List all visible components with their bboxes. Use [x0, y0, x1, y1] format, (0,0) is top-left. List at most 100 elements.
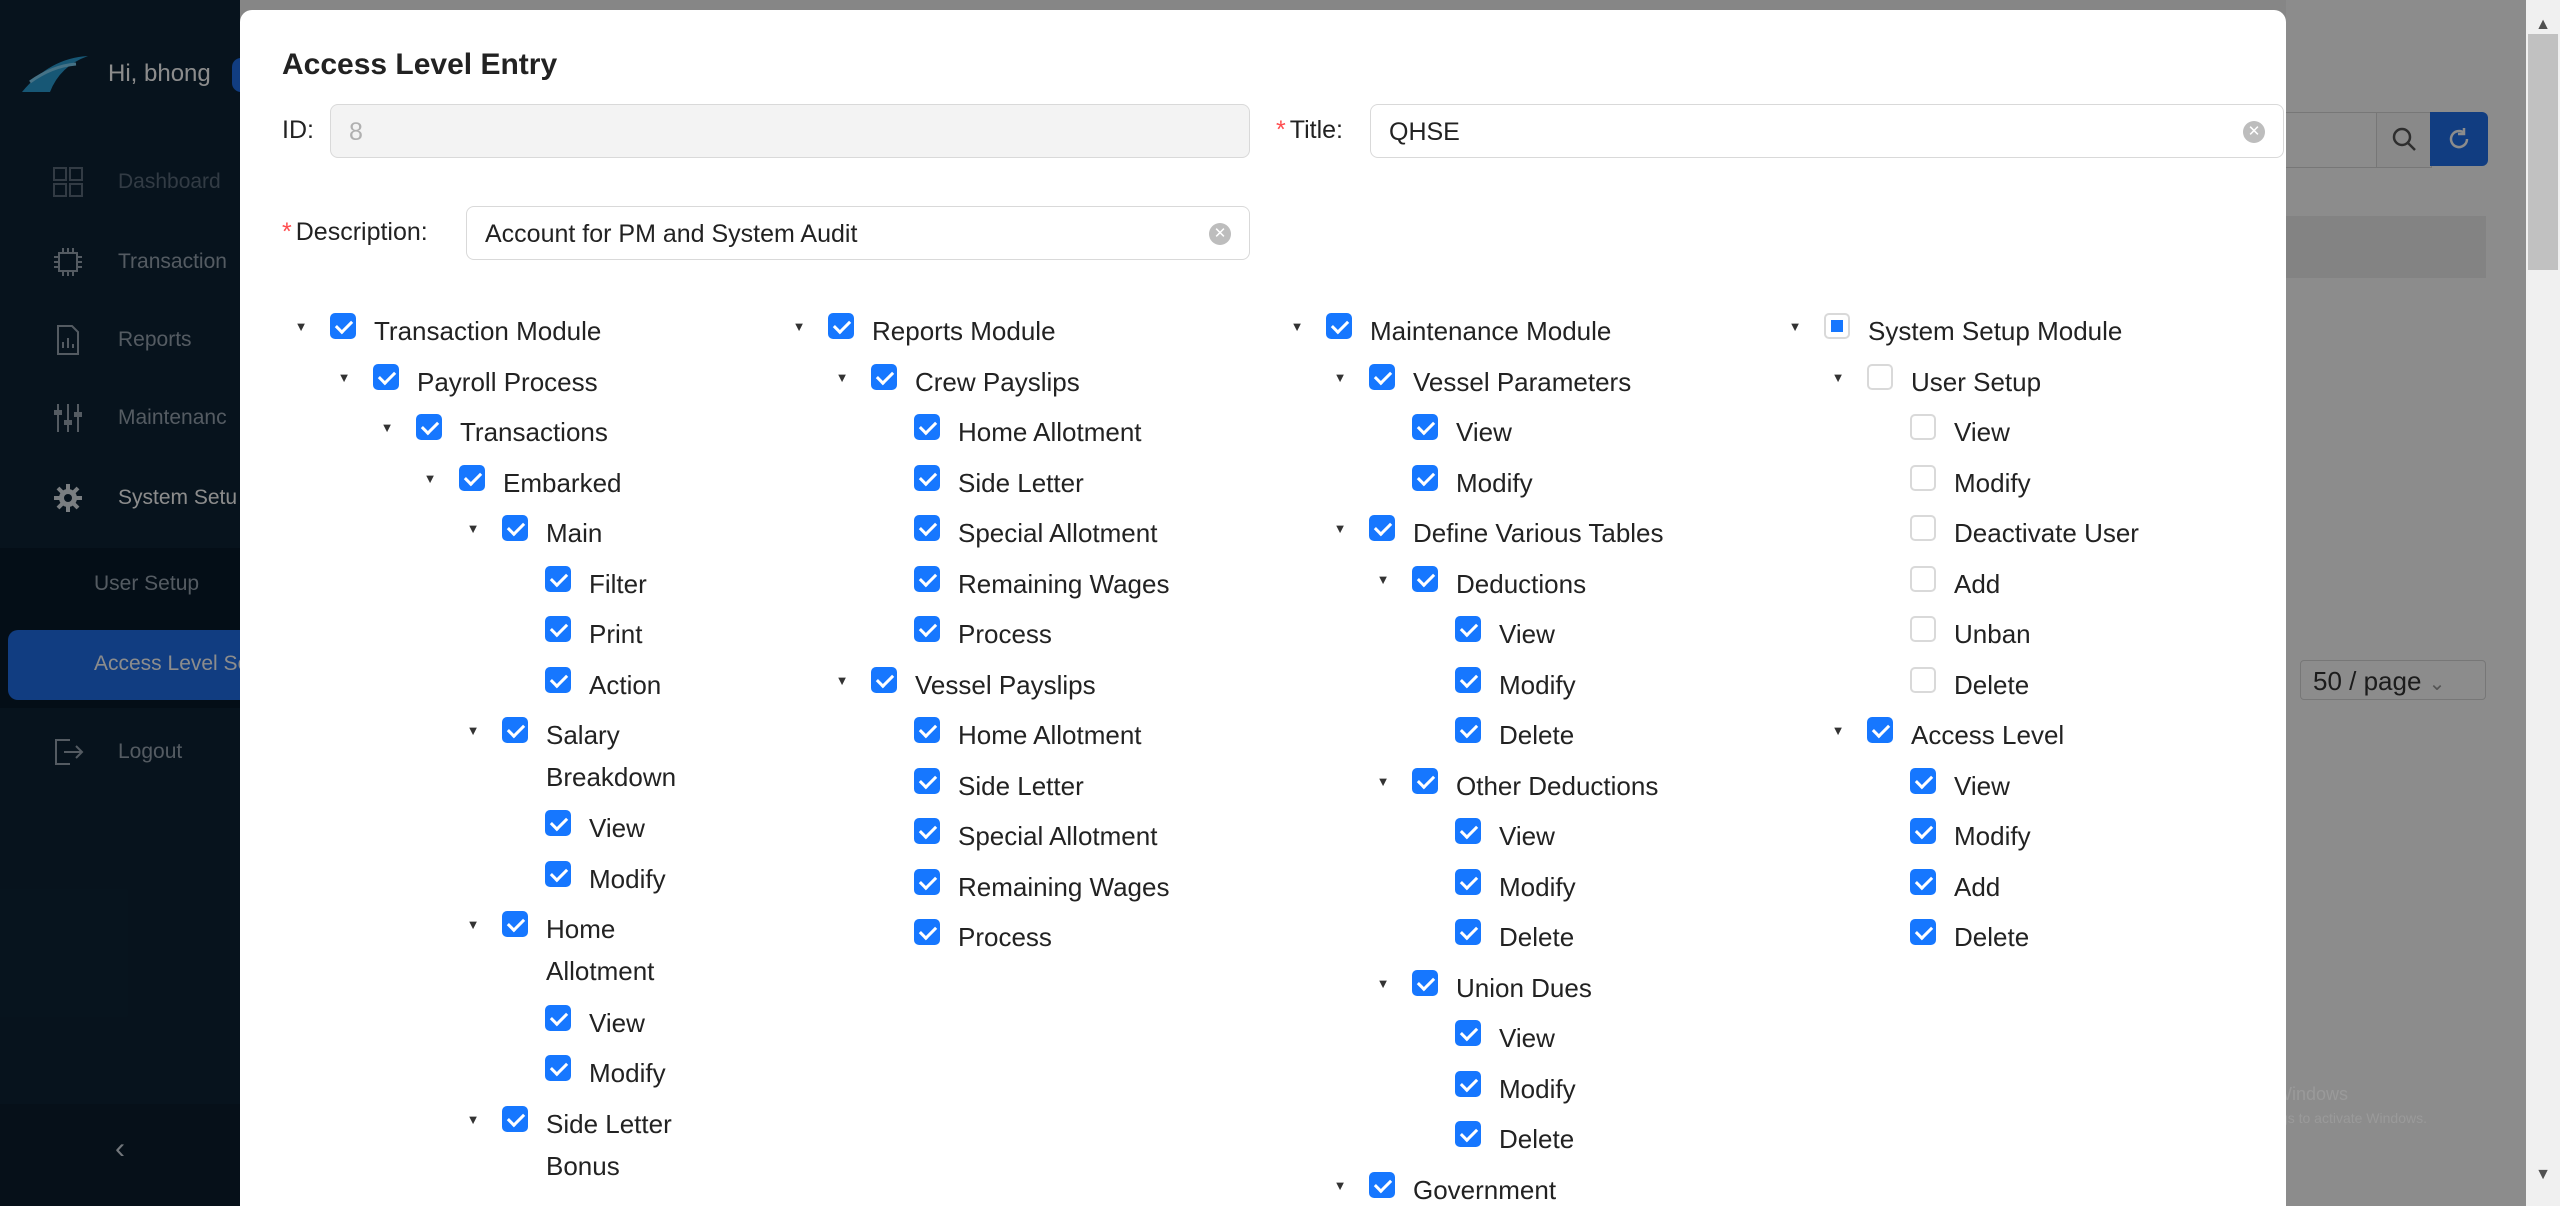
tree-node[interactable]: Delete — [1870, 916, 2286, 952]
tree-node[interactable]: ▼ Other Deductions — [1372, 765, 1812, 801]
tree-checkbox[interactable] — [545, 1055, 571, 1082]
tree-node[interactable]: Modify — [1415, 866, 1855, 902]
tree-node[interactable]: ▼ User Setup — [1827, 361, 2267, 397]
caret-down-icon[interactable]: ▼ — [290, 316, 312, 338]
tree-checkbox[interactable] — [914, 515, 940, 541]
tree-checkbox[interactable] — [1455, 818, 1481, 844]
tree-checkbox[interactable] — [1910, 464, 1936, 491]
clear-icon[interactable]: ✕ — [1209, 223, 1231, 245]
tree-node[interactable]: Add — [1870, 866, 2286, 902]
caret-down-icon[interactable]: ▼ — [333, 367, 355, 389]
tree-checkbox[interactable] — [1910, 767, 1936, 794]
tree-checkbox[interactable] — [914, 616, 940, 642]
tree-node[interactable]: ▼ Embarked — [419, 462, 859, 498]
tree-node[interactable]: ▼ Crew Payslips — [831, 361, 1271, 397]
tree-node[interactable]: Modify — [1415, 1068, 1855, 1104]
tree-node[interactable]: ▼ Vessel Payslips — [831, 664, 1271, 700]
tree-node[interactable]: View — [1372, 411, 1812, 447]
tree-checkbox[interactable] — [545, 666, 571, 693]
tree-node[interactable]: ▼ Transaction Module — [290, 310, 730, 346]
tree-node[interactable]: ▼ Home Allotment — [462, 908, 902, 988]
tree-node[interactable]: ▼ Reports Module — [788, 310, 1228, 346]
caret-down-icon[interactable]: ▼ — [1827, 720, 1849, 742]
tree-checkbox[interactable] — [914, 717, 940, 743]
tree-node[interactable]: View — [1415, 815, 1855, 851]
tree-checkbox[interactable] — [459, 464, 485, 491]
tree-node[interactable]: Modify — [1870, 462, 2286, 498]
tree-checkbox[interactable] — [330, 313, 356, 339]
tree-node[interactable]: ▼ Access Level — [1827, 714, 2267, 750]
tree-checkbox[interactable] — [1910, 818, 1936, 844]
tree-checkbox[interactable] — [1455, 666, 1481, 693]
tree-checkbox[interactable] — [1455, 1020, 1481, 1046]
scroll-up-arrow-icon[interactable]: ▲ — [2526, 10, 2560, 40]
caret-down-icon[interactable]: ▼ — [831, 670, 853, 692]
tree-node[interactable]: ▼ System Setup Module — [1784, 310, 2224, 346]
caret-down-icon[interactable]: ▼ — [1372, 771, 1394, 793]
tree-checkbox[interactable] — [1910, 919, 1936, 945]
tree-checkbox[interactable] — [502, 911, 528, 938]
caret-down-icon[interactable]: ▼ — [1286, 316, 1308, 338]
tree-node[interactable]: Add — [1870, 563, 2286, 599]
tree-checkbox[interactable] — [1910, 565, 1936, 592]
tree-checkbox[interactable] — [1455, 1070, 1481, 1097]
clear-icon[interactable]: ✕ — [2243, 121, 2265, 143]
tree-checkbox[interactable] — [914, 565, 940, 592]
tree-node[interactable]: ▼ Deductions — [1372, 563, 1812, 599]
tree-node[interactable]: View — [1870, 765, 2286, 801]
tree-checkbox[interactable] — [545, 565, 571, 592]
tree-checkbox[interactable] — [1412, 767, 1438, 794]
tree-checkbox[interactable] — [914, 414, 940, 440]
tree-node[interactable]: ▼ Union Dues — [1372, 967, 1812, 1003]
tree-checkbox[interactable] — [828, 313, 854, 339]
tree-checkbox[interactable] — [1910, 666, 1936, 693]
tree-node[interactable]: Modify — [505, 1052, 945, 1088]
tree-checkbox[interactable] — [914, 818, 940, 844]
caret-down-icon[interactable]: ▼ — [462, 914, 484, 936]
caret-down-icon[interactable]: ▼ — [462, 518, 484, 540]
tree-node[interactable]: Remaining Wages — [874, 866, 1314, 902]
tree-node[interactable]: ▼ Define Various Tables — [1329, 512, 1769, 548]
tree-checkbox[interactable] — [1412, 565, 1438, 592]
tree-checkbox[interactable] — [914, 464, 940, 491]
tree-checkbox[interactable] — [871, 363, 897, 390]
tree-node[interactable]: Unban — [1870, 613, 2286, 649]
caret-down-icon[interactable]: ▼ — [788, 316, 810, 338]
tree-node[interactable]: Deactivate User — [1870, 512, 2286, 548]
caret-down-icon[interactable]: ▼ — [831, 367, 853, 389]
tree-node[interactable]: Modify — [1415, 664, 1855, 700]
tree-checkbox[interactable] — [1455, 919, 1481, 945]
tree-checkbox[interactable] — [416, 414, 442, 440]
caret-down-icon[interactable]: ▼ — [1329, 518, 1351, 540]
tree-node[interactable]: ▼ Side Letter Bonus — [462, 1103, 902, 1183]
tree-checkbox[interactable] — [914, 868, 940, 895]
tree-node[interactable]: Process — [874, 916, 1314, 952]
tree-node[interactable]: ▼ Main — [462, 512, 902, 548]
tree-checkbox[interactable] — [373, 363, 399, 390]
tree-checkbox[interactable] — [1824, 313, 1850, 339]
tree-node[interactable]: View — [1415, 613, 1855, 649]
caret-down-icon[interactable]: ▼ — [1827, 367, 1849, 389]
tree-checkbox[interactable] — [1326, 313, 1352, 339]
caret-down-icon[interactable]: ▼ — [1329, 367, 1351, 389]
tree-checkbox[interactable] — [914, 919, 940, 945]
tree-checkbox[interactable] — [502, 1105, 528, 1132]
tree-node[interactable]: Remaining Wages — [874, 563, 1314, 599]
tree-checkbox[interactable] — [1369, 515, 1395, 541]
tree-node[interactable]: Modify — [1372, 462, 1812, 498]
tree-checkbox[interactable] — [545, 1004, 571, 1031]
tree-checkbox[interactable] — [1412, 969, 1438, 996]
caret-down-icon[interactable]: ▼ — [419, 468, 441, 490]
tree-node[interactable]: ▼ Maintenance Module — [1286, 310, 1726, 346]
tree-node[interactable]: Modify — [1870, 815, 2286, 851]
caret-down-icon[interactable]: ▼ — [1329, 1175, 1351, 1197]
caret-down-icon[interactable]: ▼ — [1372, 569, 1394, 591]
tree-node[interactable]: ▼ Payroll Process — [333, 361, 773, 397]
caret-down-icon[interactable]: ▼ — [462, 1109, 484, 1131]
tree-checkbox[interactable] — [1455, 1121, 1481, 1147]
tree-checkbox[interactable] — [545, 616, 571, 642]
tree-checkbox[interactable] — [1369, 363, 1395, 390]
tree-checkbox[interactable] — [502, 717, 528, 743]
tree-node[interactable]: View — [1870, 411, 2286, 447]
tree-node[interactable]: View — [1415, 1017, 1855, 1053]
